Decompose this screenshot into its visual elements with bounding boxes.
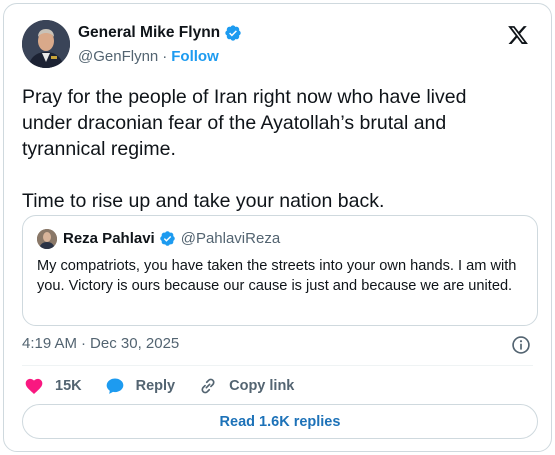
reply-button[interactable]: Reply (105, 376, 176, 396)
tweet-time[interactable]: 4:19 AM (22, 335, 77, 352)
author-avatar[interactable] (22, 20, 70, 68)
quoted-author-handle: @PahlaviReza (180, 230, 281, 247)
tweet-text: Pray for the people of Iran right now wh… (22, 86, 467, 212)
divider (22, 365, 533, 366)
follow-button[interactable]: Follow (171, 48, 219, 65)
copy-link-label: Copy link (229, 378, 295, 394)
author-name[interactable]: General Mike Flynn (78, 24, 220, 42)
quoted-author-avatar (37, 229, 57, 249)
link-icon (201, 378, 215, 394)
heart-icon (25, 378, 43, 394)
tweet-card: General Mike Flynn @GenFlynn · Follow Pr… (3, 3, 552, 452)
read-replies-button[interactable]: Read 1.6K replies (22, 404, 538, 439)
verified-badge-icon (159, 231, 175, 246)
x-logo-icon[interactable] (507, 24, 529, 46)
tweet-date[interactable]: Dec 30, 2025 (90, 335, 179, 352)
verified-badge-icon (225, 25, 241, 41)
info-icon[interactable] (511, 335, 531, 355)
author-handle[interactable]: @GenFlynn (78, 48, 158, 65)
timestamp-row: 4:19 AM · Dec 30, 2025 (22, 335, 179, 352)
separator-dot: · (81, 335, 87, 352)
action-bar: 15K Reply Copy link (24, 376, 317, 396)
like-button[interactable]: 15K (24, 376, 82, 396)
copy-link-button[interactable]: Copy link (198, 376, 294, 396)
separator-dot: · (162, 48, 168, 65)
author-name-row: General Mike Flynn (78, 24, 242, 42)
quoted-tweet-text: My compatriots, you have taken the stree… (37, 258, 517, 294)
like-count: 15K (55, 378, 82, 394)
quoted-author-row: Reza Pahlavi @PahlaviReza (63, 230, 280, 247)
reply-label: Reply (135, 378, 176, 394)
reply-bubble-icon (106, 378, 123, 394)
quoted-tweet[interactable]: Reza Pahlavi @PahlaviReza My compatriots… (22, 215, 538, 326)
quoted-author-name: Reza Pahlavi (63, 230, 155, 247)
author-handle-row: @GenFlynn · Follow (78, 48, 219, 65)
